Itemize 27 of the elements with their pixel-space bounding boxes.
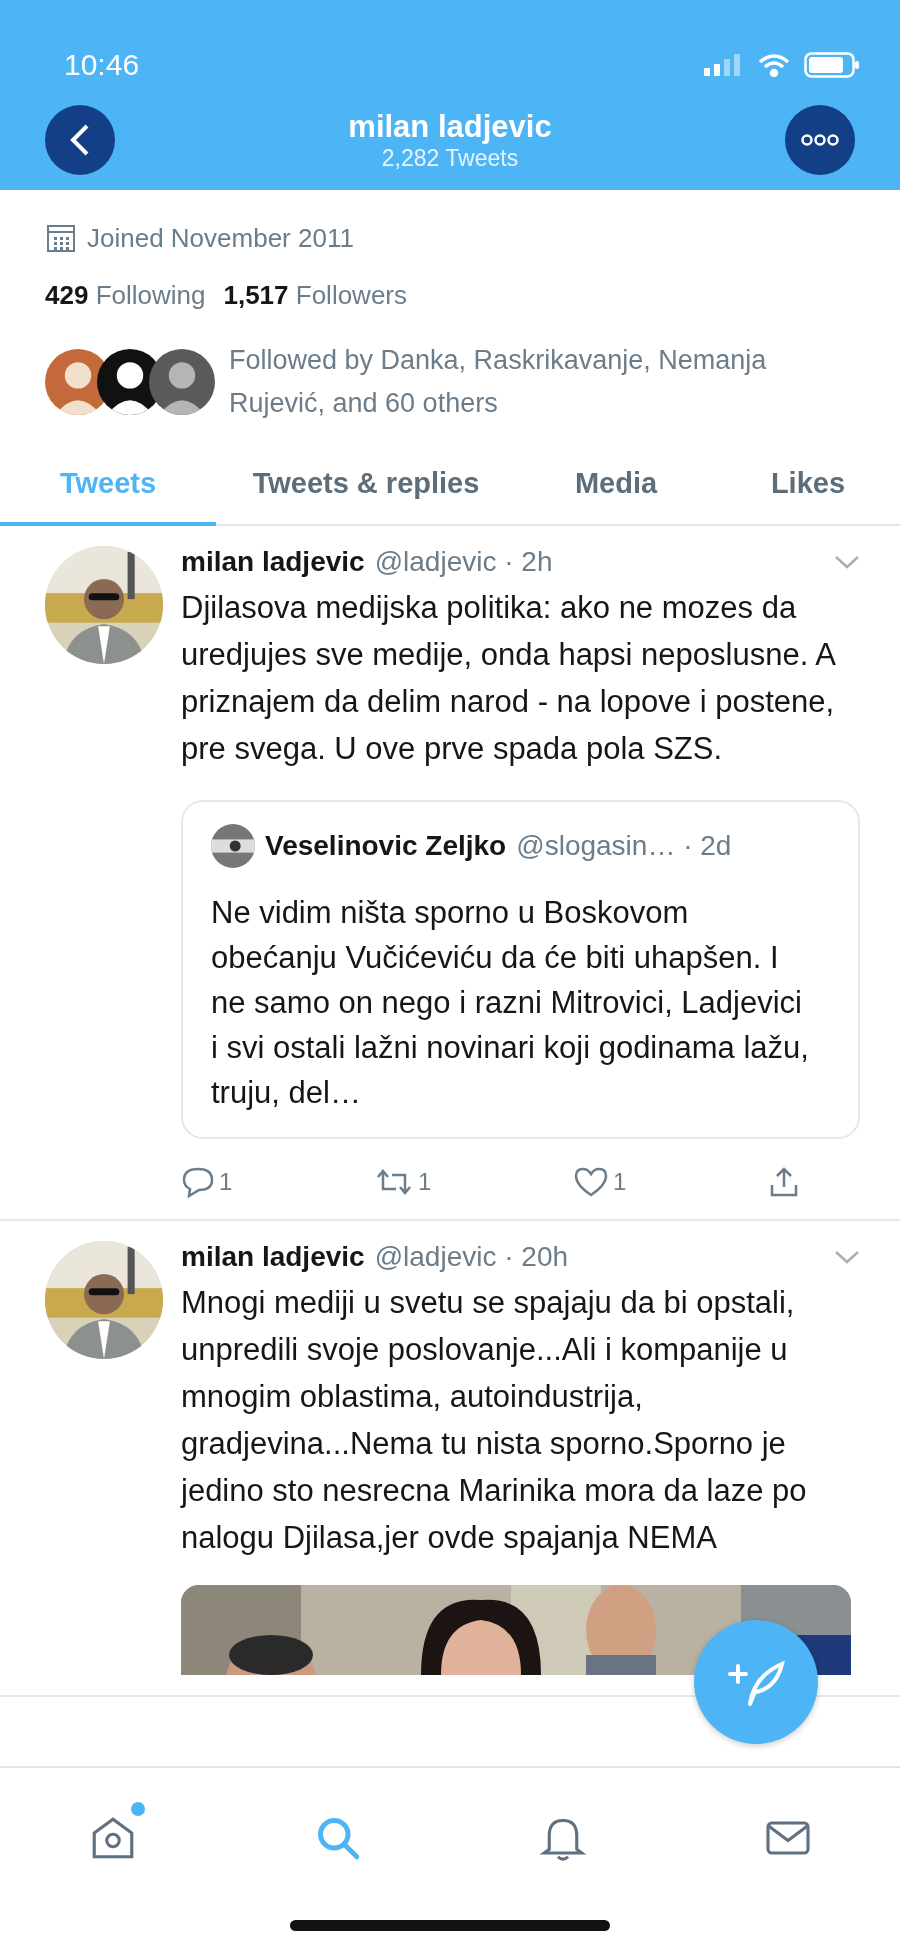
profile-tab[interactable]: Media xyxy=(516,447,716,526)
wifi-icon xyxy=(758,53,790,77)
more-icon xyxy=(800,133,840,147)
quoted-meta: @slogasin… · 2d xyxy=(516,830,732,862)
quoted-tweet[interactable] xyxy=(181,800,860,1139)
profile-tab[interactable]: Tweets & replies xyxy=(216,447,516,526)
followed-by-text[interactable]: Followed by Danka, Raskrikavanje, Nemanja Rujević, and 60 others xyxy=(229,339,849,425)
tweet-count: 2,282 Tweets xyxy=(381,144,519,172)
tweet-meta: @ladjevic · 2h xyxy=(374,546,553,578)
tweet-meta: @ladjevic · 20h xyxy=(374,1241,569,1273)
followers-link[interactable]: 1,517 Followers xyxy=(223,280,407,311)
author-name[interactable]: milan ladjevic xyxy=(181,1241,365,1273)
share-button[interactable] xyxy=(768,1165,800,1199)
profile-tab[interactable]: Likes xyxy=(716,447,900,526)
quoted-author: Veselinovic Zeljko xyxy=(265,830,507,862)
unread-dot xyxy=(130,1802,145,1816)
profile-title: milan ladjevic xyxy=(348,108,552,145)
following-link[interactable]: 429 Following xyxy=(45,280,206,311)
battery-icon xyxy=(804,52,860,78)
status-time: 10:46 xyxy=(64,48,140,82)
retweet-button[interactable]: 1 xyxy=(374,1165,432,1199)
tweet-text: Mnogi mediji u svetu se spajaju da bi opstali, unpredili svoje poslovanje...Ali i kompanije u mnogim oblastima, autoindustrija, gradjevina...Nema tu nista sporno.Sporno je jedino sto nesrecna Marinika mora da laze po nalogu Djilasa,jer ovde spajanja NEMA xyxy=(181,1284,808,1557)
quoted-text: Ne vidim ništa sporno u Boskovom obećanju Vučićeviću da će biti uhapšen. I ne samo on nego i razni Mitrovici, Ladjevici i svi ostali lažni novinari koji godinama lažu, truju, del… xyxy=(211,894,810,1112)
author-name[interactable]: milan ladjevic xyxy=(181,546,365,578)
calendar-icon xyxy=(45,222,77,254)
tweet-text: Djilasova medijska politika: ako ne mozes da uredjujes sve medije, onda hapsi neposlusne. A priznajem da delim narod - na lopove i postene, pre svega. U ove prve spada pola SZS. xyxy=(181,589,836,768)
join-date: Joined November 2011 xyxy=(87,222,354,254)
